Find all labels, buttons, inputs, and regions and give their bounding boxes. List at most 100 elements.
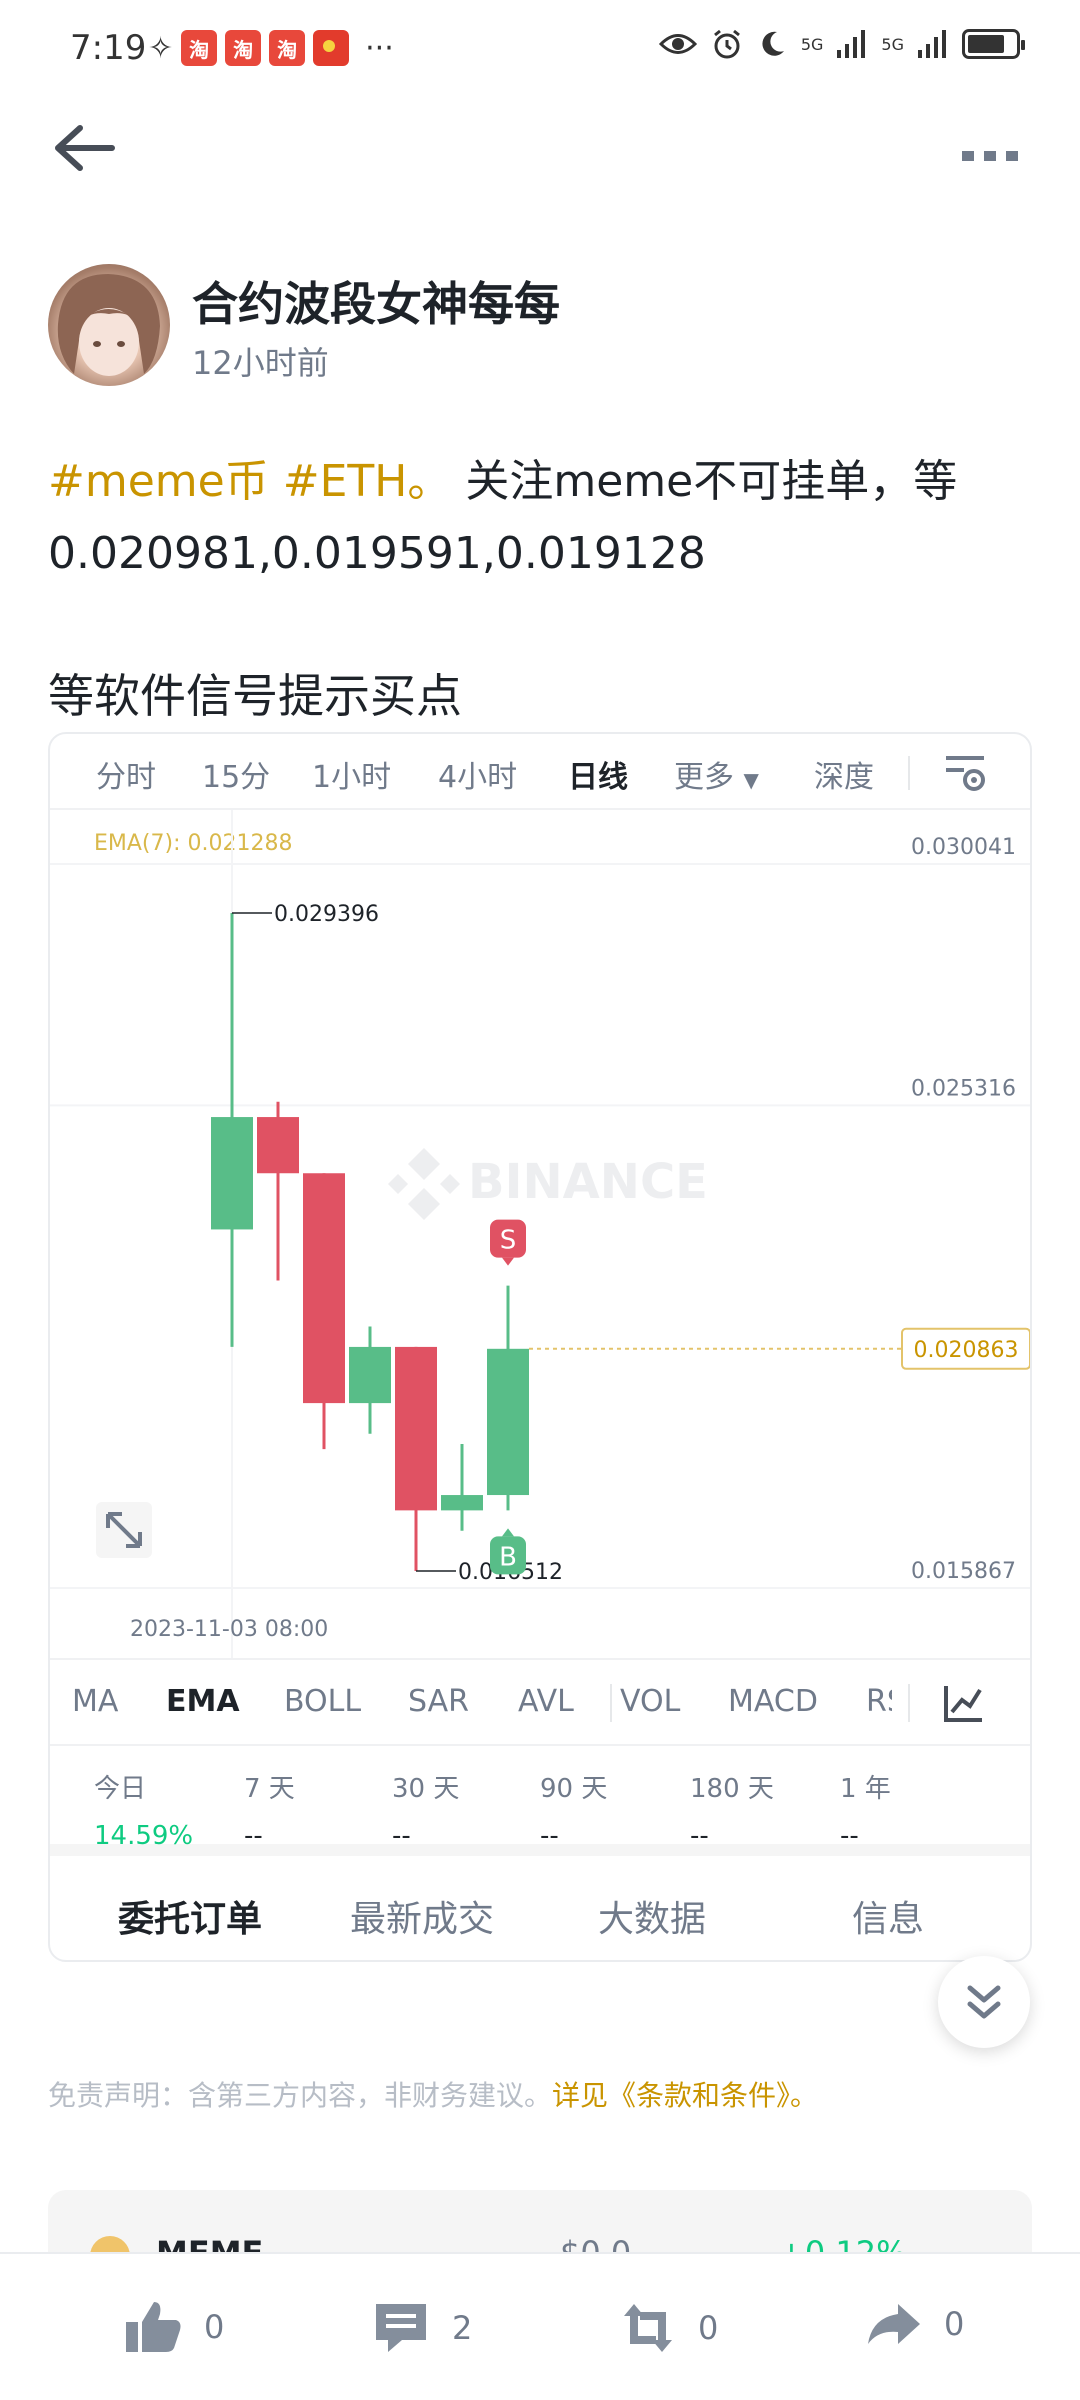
post-time: 12小时前 xyxy=(192,344,329,382)
tab-timeframe-fenshi[interactable]: 分时 xyxy=(96,752,156,796)
tab-timeframe-1h[interactable]: 1小时 xyxy=(312,752,391,796)
action-bar: 0 2 0 0 xyxy=(0,2252,1080,2400)
candle-body xyxy=(487,1348,529,1496)
watermark-text: BINANCE xyxy=(468,1154,708,1210)
indicator-bar: MA EMA BOLL SAR AVL VOL MACD RS xyxy=(50,1658,1030,1746)
disclaimer-text: 免责声明：含第三方内容，非财务建议。 xyxy=(48,2079,553,2112)
network-5g-label: 5G xyxy=(881,34,904,54)
tab-indicator-vol[interactable]: VOL xyxy=(620,1684,680,1719)
perf-label: 180 天 xyxy=(690,1774,774,1804)
perf-30d: 30 天 -- xyxy=(392,1768,459,1851)
sell-marker-pointer xyxy=(502,1257,514,1266)
hashtag-separator: 。 xyxy=(407,456,452,507)
hashtag-meme[interactable]: #meme币 xyxy=(48,456,269,507)
repost-button[interactable]: 0 xyxy=(620,2300,718,2356)
share-icon xyxy=(868,2304,920,2344)
candle-body xyxy=(441,1495,483,1511)
perf-7d: 7 天 -- xyxy=(244,1768,295,1851)
repost-icon xyxy=(624,2304,672,2352)
like-count: 0 xyxy=(204,2308,225,2346)
tab-indicator-avl[interactable]: AVL xyxy=(518,1684,574,1719)
like-button[interactable]: 0 xyxy=(124,2300,224,2354)
avatar-illustration xyxy=(57,274,160,376)
comment-icon xyxy=(376,2304,426,2352)
tab-indicator-ma[interactable]: MA xyxy=(72,1684,118,1719)
perf-90d: 90 天 -- xyxy=(540,1768,607,1851)
scroll-down-button[interactable] xyxy=(938,1956,1030,2048)
alarm-icon xyxy=(713,29,740,59)
divider xyxy=(908,756,910,790)
perf-today: 今日 14.59% xyxy=(94,1768,193,1851)
perf-value: -- xyxy=(392,1821,411,1851)
author-name[interactable]: 合约波段女神每每 xyxy=(192,268,560,334)
perf-label: 90 天 xyxy=(540,1774,608,1804)
y-tick-label: 0.015867 xyxy=(911,1559,1016,1584)
perf-180d: 180 天 -- xyxy=(690,1768,774,1851)
tab-order-book[interactable]: 委托订单 xyxy=(118,1890,262,1942)
taobao-icon: 淘 xyxy=(269,30,306,66)
perf-value: -- xyxy=(244,1821,263,1851)
performance-row: 今日 14.59% 7 天 -- 30 天 -- 90 天 -- 180 天 -… xyxy=(50,1746,1030,1856)
more-label: 更多 xyxy=(674,760,734,795)
settings-icon xyxy=(946,756,985,791)
tab-recent-trades[interactable]: 最新成交 xyxy=(350,1890,494,1942)
back-button[interactable] xyxy=(50,118,120,178)
candle-body xyxy=(303,1173,345,1404)
tab-info[interactable]: 信息 xyxy=(852,1890,924,1942)
tab-indicator-sar[interactable]: SAR xyxy=(408,1684,469,1719)
double-chevron-down-icon xyxy=(967,1985,1001,2019)
divider xyxy=(610,1684,612,1722)
tab-timeframe-4h[interactable]: 4小时 xyxy=(438,752,517,796)
tab-indicator-ema[interactable]: EMA xyxy=(166,1684,240,1719)
perf-value: -- xyxy=(690,1821,709,1851)
comment-count: 2 xyxy=(452,2309,473,2347)
tab-big-data[interactable]: 大数据 xyxy=(598,1890,706,1942)
chart-date-label: 2023-11-03 08:00 xyxy=(130,1617,328,1642)
tab-depth[interactable]: 深度 xyxy=(814,752,874,796)
arrow-left-icon xyxy=(55,125,115,171)
ribbon-icon: ✧ xyxy=(148,30,174,66)
hashtag-eth[interactable]: #ETH xyxy=(283,456,408,507)
signal-icon xyxy=(837,30,866,58)
perf-1y: 1 年 -- xyxy=(840,1768,891,1851)
status-time: 7:19 xyxy=(70,28,147,68)
chart-settings-button[interactable] xyxy=(940,748,990,798)
more-options-button[interactable] xyxy=(960,130,1040,170)
share-button[interactable]: 0 xyxy=(866,2300,964,2348)
candlestick-chart[interactable]: EMA(7): 0.021288 BINANCE 0.030041 0.02531… xyxy=(50,810,1032,1658)
moon-icon xyxy=(762,31,784,56)
tab-timeframe-daily[interactable]: 日线 xyxy=(568,752,628,796)
indicator-settings-button[interactable] xyxy=(940,1680,986,1726)
candle-body xyxy=(211,1117,253,1230)
comment-button[interactable]: 2 xyxy=(372,2300,472,2356)
tab-indicator-boll[interactable]: BOLL xyxy=(284,1684,361,1719)
perf-label: 今日 xyxy=(94,1774,147,1804)
tab-indicator-rsi[interactable]: RS xyxy=(866,1684,892,1719)
more-horizontal-icon xyxy=(962,151,1018,161)
market-tabs: 委托订单 最新成交 大数据 信息 xyxy=(50,1858,1030,1960)
author-avatar[interactable] xyxy=(48,264,170,386)
tab-indicator-macd[interactable]: MACD xyxy=(728,1684,818,1719)
tab-timeframe-15m[interactable]: 15分 xyxy=(202,752,270,796)
post-body: #meme币 #ETH。 关注meme不可挂单，等 0.020981,0.019… xyxy=(48,446,1038,590)
high-price-label: 0.029396 xyxy=(274,902,379,927)
perf-label: 30 天 xyxy=(392,1774,460,1804)
tab-timeframe-more[interactable]: 更多 ▼ xyxy=(674,752,759,796)
terms-link[interactable]: 详见《条款和条件》。 xyxy=(552,2079,818,2112)
disclaimer: 免责声明：含第三方内容，非财务建议。详见《条款和条件》。 xyxy=(48,2074,818,2114)
timeframe-bar: 分时 15分 1小时 4小时 日线 更多 ▼ 深度 xyxy=(50,734,1030,810)
battery-icon xyxy=(962,29,1025,59)
eye-icon xyxy=(658,34,697,54)
ema-label: EMA(7): 0.021288 xyxy=(94,831,292,856)
divider xyxy=(908,1684,910,1722)
share-count: 0 xyxy=(944,2305,965,2343)
expand-chart-button[interactable] xyxy=(96,1502,152,1558)
chart-line-icon xyxy=(944,1686,982,1722)
taobao-icon: 淘 xyxy=(181,30,218,66)
more-notifications-icon: ··· xyxy=(365,30,394,66)
y-tick-label: 0.025316 xyxy=(911,1076,1016,1101)
sell-marker-label: S xyxy=(500,1226,517,1256)
system-icons: 5G 5G xyxy=(658,28,1025,60)
perf-value: 14.59% xyxy=(94,1821,194,1851)
candle-body xyxy=(349,1346,391,1404)
